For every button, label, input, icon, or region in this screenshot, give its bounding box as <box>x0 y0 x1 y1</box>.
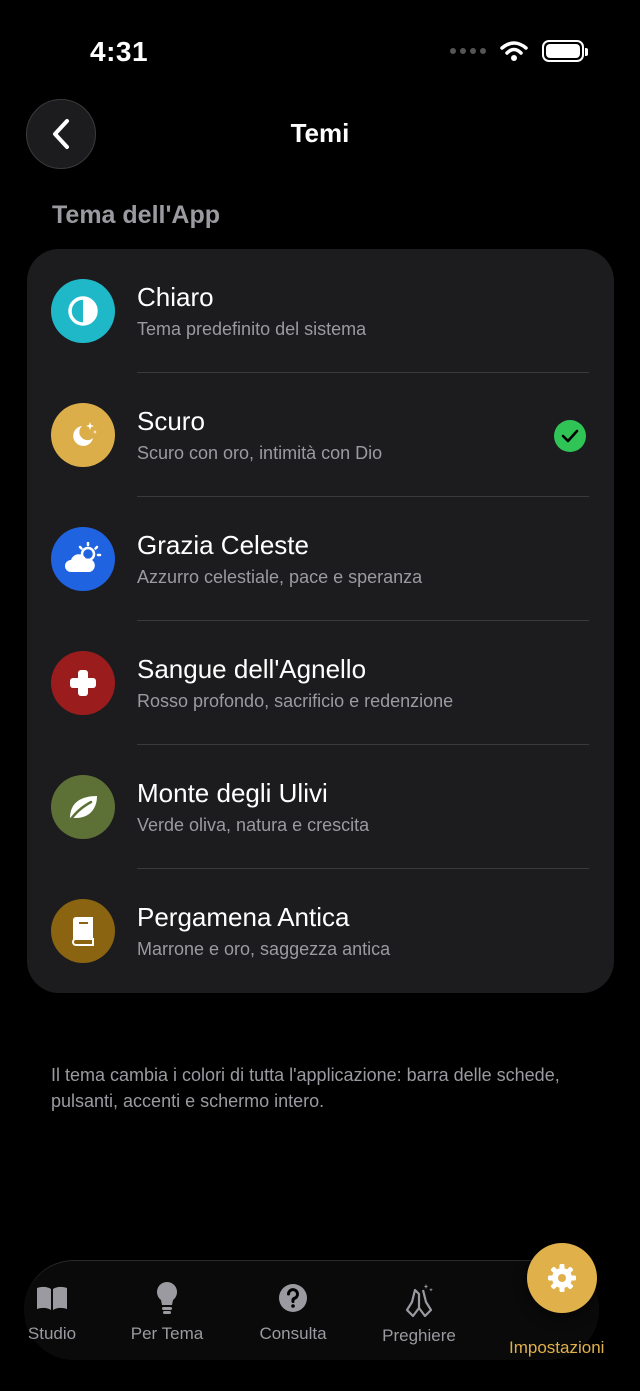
theme-option-sangue-dell-agnello[interactable]: Sangue dell'Agnello Rosso profondo, sacr… <box>27 621 614 745</box>
theme-title: Monte degli Ulivi <box>137 778 328 808</box>
lightbulb-icon <box>157 1282 177 1314</box>
theme-title: Scuro <box>137 406 205 436</box>
contrast-icon <box>68 296 98 326</box>
tab-preghiere[interactable]: Preghiere <box>372 1278 466 1346</box>
tab-consulta[interactable]: Consulta <box>250 1278 336 1344</box>
theme-option-scuro[interactable]: Scuro Scuro con oro, intimità con Dio <box>27 373 614 497</box>
theme-subtitle: Tema predefinito del sistema <box>137 319 367 339</box>
tab-label: Preghiere <box>382 1326 456 1345</box>
tab-label: Consulta <box>259 1324 327 1343</box>
theme-subtitle: Verde oliva, natura e crescita <box>137 815 370 835</box>
theme-title: Pergamena Antica <box>137 902 350 932</box>
cloud-sun-icon <box>65 542 102 572</box>
theme-option-monte-degli-ulivi[interactable]: Monte degli Ulivi Verde oliva, natura e … <box>27 745 614 869</box>
theme-title: Grazia Celeste <box>137 530 309 560</box>
tab-studio[interactable]: Studio <box>20 1278 84 1344</box>
theme-icon-circle <box>51 775 115 839</box>
status-bar: 4:31 <box>0 0 640 100</box>
theme-title: Chiaro <box>137 282 214 312</box>
book-open-icon <box>37 1286 67 1310</box>
tab-label: Studio <box>27 1324 77 1343</box>
theme-icon-circle <box>51 651 115 715</box>
theme-icon-circle <box>51 279 115 343</box>
page-title: Temi <box>290 118 350 148</box>
theme-icon-circle <box>51 403 115 467</box>
theme-icon-circle <box>51 527 115 591</box>
checkmark-icon <box>554 420 586 452</box>
theme-subtitle: Marrone e oro, saggezza antica <box>137 939 391 959</box>
gear-icon <box>548 1264 576 1292</box>
book-icon <box>71 917 94 946</box>
theme-option-grazia-celeste[interactable]: Grazia Celeste Azzurro celestiale, pace … <box>27 497 614 621</box>
theme-footnote: Il tema cambia i colori di tutta l'appli… <box>51 1065 560 1111</box>
theme-subtitle: Azzurro celestiale, pace e speranza <box>137 567 423 587</box>
moon-stars-icon <box>73 422 97 446</box>
tab-label: Per Tema <box>130 1324 204 1343</box>
theme-subtitle: Rosso profondo, sacrificio e redenzione <box>137 691 454 711</box>
theme-subtitle: Scuro con oro, intimità con Dio <box>137 443 383 463</box>
theme-option-chiaro[interactable]: Chiaro Tema predefinito del sistema <box>27 249 614 373</box>
status-time: 4:31 <box>90 36 149 67</box>
tab-impostazioni[interactable] <box>527 1243 597 1313</box>
battery-icon <box>542 40 588 62</box>
theme-option-pergamena-antica[interactable]: Pergamena Antica Marrone e oro, saggezza… <box>27 869 614 993</box>
leaf-icon <box>69 796 97 821</box>
theme-list: Chiaro Tema predefinito del sistema Scur… <box>27 249 614 993</box>
cross-icon <box>70 670 96 696</box>
tab-label-impostazioni: Impostazioni <box>509 1338 605 1357</box>
tab-per-tema[interactable]: Per Tema <box>122 1278 212 1344</box>
signal-icon <box>450 48 486 54</box>
question-icon <box>279 1284 307 1312</box>
status-icons <box>450 40 588 62</box>
section-title: Tema dell'App <box>52 201 221 229</box>
praying-hands-icon <box>405 1284 433 1318</box>
wifi-icon <box>500 41 528 61</box>
theme-icon-circle <box>51 899 115 963</box>
theme-title: Sangue dell'Agnello <box>137 654 367 684</box>
